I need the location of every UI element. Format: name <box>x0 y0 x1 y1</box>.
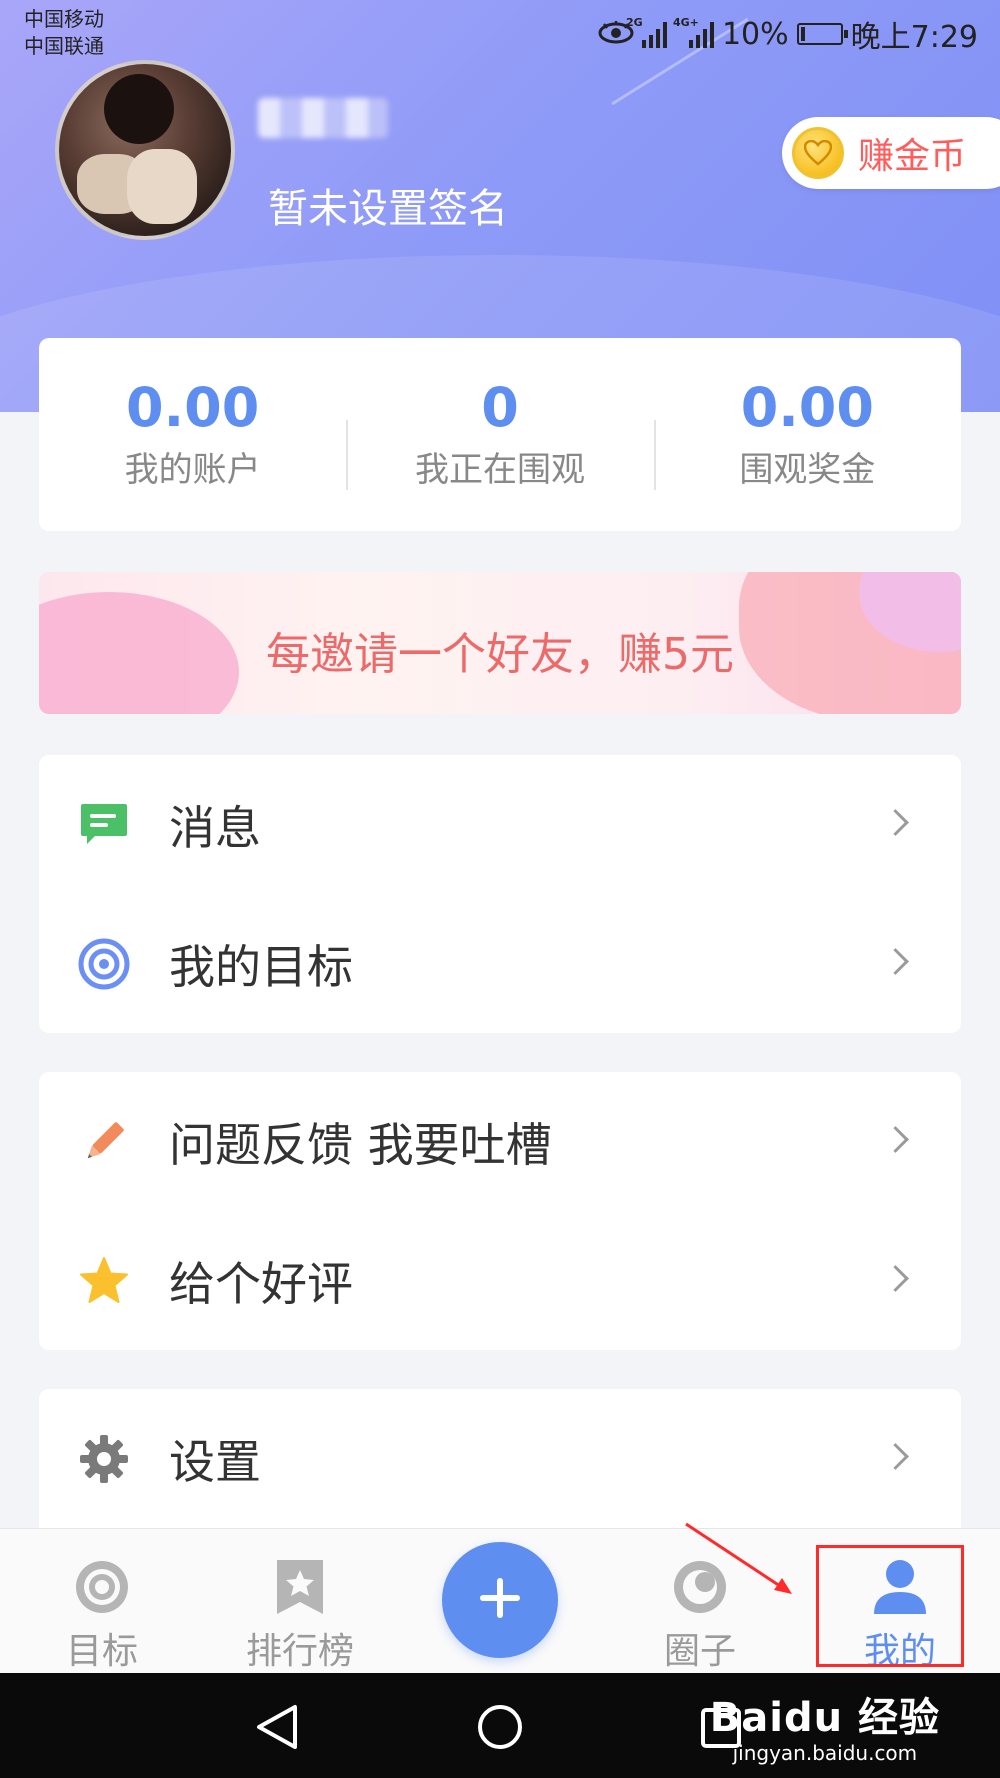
menu-label: 消息 <box>169 800 261 855</box>
add-goal-button[interactable] <box>442 1542 558 1658</box>
signal-4g-icon: 4G+ <box>673 16 714 48</box>
baidu-watermark: Baidu 经验 jingyan.baidu.com <box>710 1685 940 1765</box>
invite-banner[interactable]: 每邀请一个好友，赚5元 <box>39 572 961 714</box>
menu-group-feedback: 问题反馈 我要吐槽 给个好评 <box>39 1072 961 1350</box>
username-blurred <box>258 98 388 138</box>
menu-group-main: 消息 我的目标 <box>39 755 961 1033</box>
ranking-icon <box>270 1557 330 1616</box>
invite-banner-text: 每邀请一个好友，赚5元 <box>266 629 734 680</box>
target-icon <box>77 937 131 991</box>
stat-watching[interactable]: 0 我正在围观 <box>346 338 653 531</box>
stat-my-account[interactable]: 0.00 我的账户 <box>39 338 346 531</box>
tab-label: 目标 <box>65 1631 138 1672</box>
chevron-right-icon <box>882 808 909 836</box>
network-type-2g: 2G <box>625 16 643 29</box>
stat-value: 0 <box>481 376 519 439</box>
chevron-right-icon <box>882 1125 909 1153</box>
gear-icon <box>77 1432 131 1486</box>
earn-coins-button[interactable]: 赚金币 <box>782 117 1000 189</box>
pencil-icon <box>77 1115 131 1169</box>
avatar[interactable] <box>55 60 235 240</box>
status-indicators: 2G 4G+ 10% 晚上7:29 <box>598 12 978 56</box>
battery-percent: 10% <box>721 16 789 52</box>
coin-heart-icon <box>792 127 844 179</box>
annotation-highlight-box <box>816 1545 964 1667</box>
stat-watch-bonus[interactable]: 0.00 围观奖金 <box>653 338 961 531</box>
status-bar: 中国移动 中国联通 2G 4G+ 10% 晚上7:29 <box>0 0 1000 60</box>
menu-item-my-goals[interactable]: 我的目标 <box>39 894 961 1033</box>
clock: 晚上7:29 <box>850 20 978 55</box>
signal-2g-icon: 2G <box>626 16 667 48</box>
menu-label: 给个好评 <box>169 1256 353 1311</box>
plus-icon <box>478 1576 522 1624</box>
stats-card: 0.00 我的账户 0 我正在围观 0.00 围观奖金 <box>39 338 961 531</box>
stat-value: 0.00 <box>126 376 260 439</box>
network-type-4g: 4G+ <box>672 16 699 29</box>
chevron-right-icon <box>882 947 909 975</box>
stat-label: 围观奖金 <box>739 450 876 490</box>
menu-group-settings: 设置 <box>39 1389 961 1528</box>
carrier-names: 中国移动 中国联通 <box>24 6 104 60</box>
tab-goals[interactable]: 目标 <box>22 1529 182 1674</box>
tab-label: 排行榜 <box>245 1631 354 1672</box>
stat-value: 0.00 <box>740 376 874 439</box>
back-icon[interactable] <box>255 1703 301 1755</box>
menu-item-messages[interactable]: 消息 <box>39 755 961 894</box>
earn-coins-label: 赚金币 <box>858 136 967 177</box>
chevron-right-icon <box>882 1264 909 1292</box>
carrier-1: 中国移动 <box>24 7 104 31</box>
home-icon[interactable] <box>476 1703 524 1755</box>
star-icon <box>77 1254 131 1308</box>
annotation-arrow-icon <box>685 1522 792 1594</box>
menu-item-feedback[interactable]: 问题反馈 我要吐槽 <box>39 1072 961 1211</box>
stat-label: 我的账户 <box>124 450 261 490</box>
tab-ranking[interactable]: 排行榜 <box>220 1529 380 1674</box>
profile-signature[interactable]: 暂未设置签名 <box>268 176 508 234</box>
target-icon <box>72 1557 132 1616</box>
battery-icon <box>796 23 848 45</box>
tab-label: 圈子 <box>663 1631 736 1672</box>
watermark-url: jingyan.baidu.com <box>732 1741 918 1765</box>
chevron-right-icon <box>882 1442 909 1470</box>
system-nav-bar: Baidu 经验 jingyan.baidu.com <box>0 1673 1000 1778</box>
menu-label: 设置 <box>169 1434 261 1489</box>
menu-label: 我的目标 <box>169 939 353 994</box>
stat-label: 我正在围观 <box>414 450 585 490</box>
message-icon <box>77 798 131 852</box>
menu-item-settings[interactable]: 设置 <box>39 1389 961 1528</box>
carrier-2: 中国联通 <box>24 34 104 58</box>
menu-label: 问题反馈 我要吐槽 <box>169 1117 552 1172</box>
watermark-brand: Baidu 经验 <box>709 1695 940 1741</box>
menu-item-rate[interactable]: 给个好评 <box>39 1211 961 1350</box>
